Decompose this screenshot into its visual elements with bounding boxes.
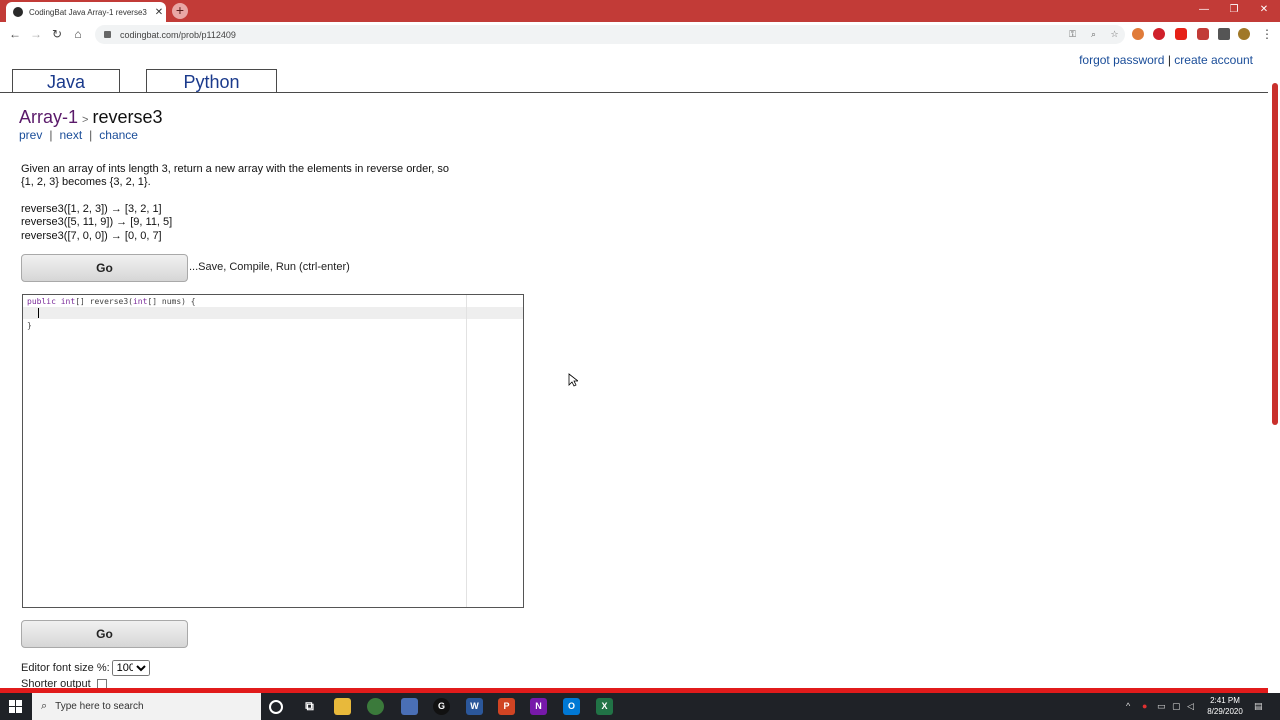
editor-print-margin bbox=[466, 295, 467, 607]
search-icon: ⌕ bbox=[41, 700, 48, 712]
code-editor[interactable]: public int[] reverse3(int[] nums) { } bbox=[22, 294, 524, 608]
key-icon[interactable]: ⚿ bbox=[1062, 29, 1083, 40]
back-icon[interactable]: ← bbox=[8, 27, 22, 41]
example-line: reverse3([1, 2, 3]) → [3, 2, 1] bbox=[21, 203, 162, 215]
restore-icon[interactable]: ❐ bbox=[1227, 4, 1241, 15]
vertical-scrollbar[interactable] bbox=[1272, 83, 1278, 425]
extension-red-icon[interactable] bbox=[1197, 28, 1209, 40]
outlook-icon[interactable]: O bbox=[563, 698, 580, 715]
problem-nav: prev | next | chance bbox=[19, 128, 138, 142]
powerpoint-icon[interactable]: P bbox=[498, 698, 515, 715]
chance-link[interactable]: chance bbox=[99, 128, 138, 142]
tray-app-icon[interactable]: ● bbox=[1142, 701, 1147, 711]
editor-active-line bbox=[23, 307, 523, 319]
excel-icon[interactable]: X bbox=[596, 698, 613, 715]
lock-icon bbox=[104, 31, 111, 38]
tray-network-icon[interactable]: ▭ bbox=[1157, 701, 1166, 712]
clock-date: 8/29/2020 bbox=[1207, 707, 1243, 716]
example-line: reverse3([5, 11, 9]) → [9, 11, 5] bbox=[21, 216, 173, 229]
minimize-icon[interactable]: — bbox=[1197, 4, 1211, 15]
shorter-output-label: Shorter output bbox=[21, 678, 91, 688]
prev-link[interactable]: prev bbox=[19, 128, 42, 142]
cortana-icon[interactable] bbox=[269, 700, 283, 714]
breadcrumb-section-link[interactable]: Array-1 bbox=[19, 107, 78, 127]
browser-tab[interactable]: CodingBat Java Array-1 reverse3 ✕ bbox=[6, 2, 166, 22]
forward-icon[interactable]: → bbox=[29, 27, 43, 41]
problem-nav-separator: | bbox=[49, 128, 53, 142]
task-view-icon[interactable]: ⧉ bbox=[301, 698, 318, 715]
page-content: forgot password | create account Java Py… bbox=[0, 47, 1268, 688]
onenote-icon[interactable]: N bbox=[530, 698, 547, 715]
account-links: forgot password | create account bbox=[1079, 53, 1253, 67]
examples: reverse3([1, 2, 3]) → [3, 2, 1] reverse3… bbox=[21, 203, 172, 243]
tray-chevron-icon[interactable]: ^ bbox=[1126, 701, 1130, 711]
shorter-output-checkbox[interactable] bbox=[96, 679, 107, 688]
home-icon[interactable]: ⌂ bbox=[71, 27, 85, 41]
app-icon[interactable] bbox=[401, 698, 418, 715]
file-explorer-icon[interactable] bbox=[334, 698, 351, 715]
windows-taskbar: ⌕ Type here to search ⧉ G W P N O X ^ ● … bbox=[0, 693, 1280, 720]
go-button-bottom[interactable]: Go bbox=[21, 620, 188, 648]
account-links-separator: | bbox=[1167, 53, 1171, 67]
extension-youtube-icon[interactable] bbox=[1175, 28, 1187, 40]
taskbar-clock[interactable]: 2:41 PM 8/29/2020 bbox=[1200, 695, 1250, 717]
taskbar-search-placeholder: Type here to search bbox=[55, 701, 144, 712]
tray-display-icon[interactable]: ▢ bbox=[1172, 701, 1181, 712]
mouse-pointer-icon bbox=[568, 373, 578, 387]
extension-honey-icon[interactable] bbox=[1132, 28, 1144, 40]
problem-description: Given an array of ints length 3, return … bbox=[21, 163, 521, 189]
new-tab-button[interactable]: + bbox=[172, 3, 188, 19]
menu-kebab-icon[interactable]: ⋮ bbox=[1260, 27, 1274, 41]
url-text: codingbat.com/prob/p112409 bbox=[120, 29, 236, 40]
tab-python[interactable]: Python bbox=[146, 69, 277, 92]
description-line: Given an array of ints length 3, return … bbox=[21, 163, 449, 175]
tab-close-icon[interactable]: ✕ bbox=[152, 7, 166, 18]
browser-toolbar: ← → ↻ ⌂ codingbat.com/prob/p112409 ⚿ ⌕ ☆… bbox=[0, 22, 1280, 47]
codingbat-favicon-icon bbox=[13, 7, 23, 17]
address-bar[interactable]: codingbat.com/prob/p112409 ⚿ ⌕ ☆ bbox=[95, 25, 1125, 44]
breadcrumb-separator: > bbox=[82, 114, 89, 126]
page-title: reverse3 bbox=[92, 107, 163, 127]
word-icon[interactable]: W bbox=[466, 698, 483, 715]
code-line-3: } bbox=[27, 321, 32, 330]
browser-title-bar: CodingBat Java Array-1 reverse3 ✕ + — ❐ … bbox=[0, 0, 1280, 22]
shorter-output-setting: Shorter output bbox=[21, 678, 107, 688]
tray-volume-icon[interactable]: ◁ bbox=[1187, 701, 1194, 712]
bookmark-star-icon[interactable]: ☆ bbox=[1104, 29, 1125, 40]
extensions-puzzle-icon[interactable] bbox=[1218, 28, 1230, 40]
tab-java[interactable]: Java bbox=[12, 69, 120, 92]
next-link[interactable]: next bbox=[59, 128, 82, 142]
font-size-label: Editor font size %: bbox=[21, 662, 110, 674]
profile-avatar-icon[interactable] bbox=[1238, 28, 1250, 40]
notifications-icon[interactable]: ▤ bbox=[1254, 701, 1263, 712]
tab-title: CodingBat Java Array-1 reverse3 bbox=[29, 7, 147, 17]
example-line: reverse3([7, 0, 0]) → [0, 0, 7] bbox=[21, 229, 162, 242]
window-close-icon[interactable]: ✕ bbox=[1257, 4, 1271, 15]
go-hint: ...Save, Compile, Run (ctrl-enter) bbox=[189, 261, 350, 273]
extension-adblock-icon[interactable] bbox=[1153, 28, 1165, 40]
forgot-password-link[interactable]: forgot password bbox=[1079, 53, 1164, 67]
problem-nav-separator: | bbox=[89, 128, 93, 142]
editor-font-size-setting: Editor font size %: 100 bbox=[21, 660, 150, 676]
code-line-1: public int[] reverse3(int[] nums) { bbox=[27, 297, 196, 306]
go-button-top[interactable]: Go bbox=[21, 254, 188, 282]
font-size-select[interactable]: 100 bbox=[111, 660, 150, 676]
zoom-icon[interactable]: ⌕ bbox=[1083, 29, 1104, 40]
taskbar-search[interactable]: ⌕ Type here to search bbox=[32, 693, 261, 720]
reload-icon[interactable]: ↻ bbox=[50, 27, 64, 41]
create-account-link[interactable]: create account bbox=[1174, 53, 1253, 67]
description-line: {1, 2, 3} becomes {3, 2, 1}. bbox=[21, 176, 151, 188]
app-g-icon[interactable]: G bbox=[433, 698, 450, 715]
clock-time: 2:41 PM bbox=[1210, 696, 1240, 705]
windows-start-icon[interactable] bbox=[9, 700, 22, 713]
breadcrumb: Array-1 > reverse3 bbox=[19, 107, 162, 128]
chrome-icon[interactable] bbox=[367, 698, 384, 715]
text-cursor bbox=[38, 308, 39, 318]
